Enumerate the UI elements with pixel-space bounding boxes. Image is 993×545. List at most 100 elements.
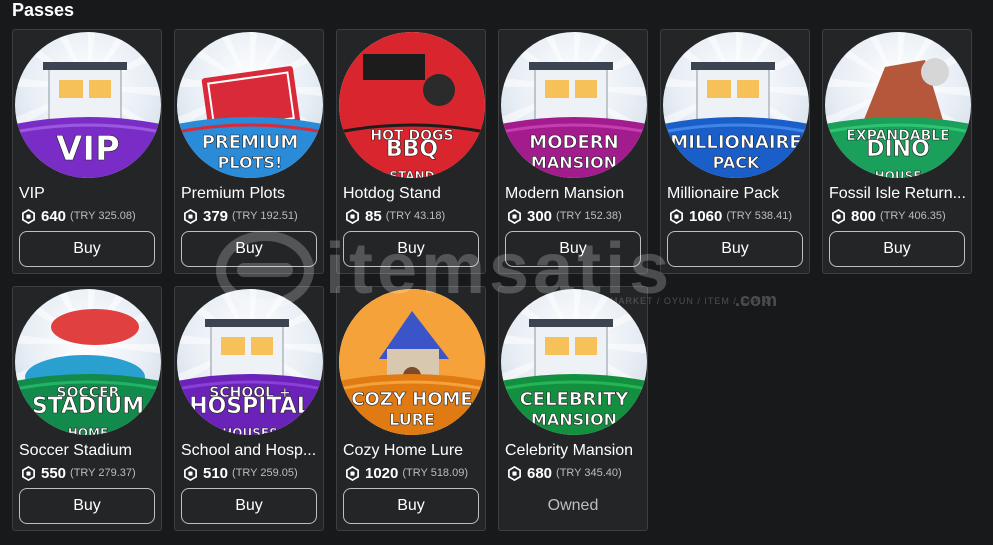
thumb-scene bbox=[529, 62, 613, 123]
robux-amount: 680 bbox=[527, 464, 553, 482]
try-amount: (TRY 43.18) bbox=[385, 210, 446, 222]
pass-thumbnail[interactable]: MILLIONAIREPACK bbox=[663, 32, 809, 178]
robux-icon bbox=[508, 465, 521, 481]
pass-price: 550 (TRY 279.37) bbox=[21, 464, 136, 482]
robux-icon bbox=[184, 208, 197, 224]
thumb-art-text: BBQ bbox=[386, 137, 438, 162]
section-title: Passes bbox=[12, 0, 75, 20]
pass-thumbnail[interactable]: CELEBRITYMANSION bbox=[501, 289, 647, 435]
robux-amount: 300 bbox=[527, 207, 553, 225]
pass-price: 680 (TRY 345.40) bbox=[507, 464, 622, 482]
pass-thumbnail[interactable]: HOT DOGSBBQSTAND bbox=[339, 32, 485, 178]
thumb-scene bbox=[691, 62, 775, 123]
pass-thumbnail[interactable]: VIP bbox=[15, 32, 161, 178]
thumb-art-text: PACK bbox=[713, 153, 760, 172]
pass-name[interactable]: School and Hosp... bbox=[181, 442, 319, 460]
robux-icon bbox=[346, 465, 359, 481]
pass-card[interactable]: EXPANDABLE DINO HOUSE Fossil Isle Return...… bbox=[822, 29, 972, 274]
buy-button[interactable]: Buy bbox=[19, 231, 155, 267]
pass-card[interactable]: HOT DOGS BBQ STAND Hotdog Stand 85 (TRY 43.18… bbox=[336, 29, 486, 274]
thumb-art-text: VIP bbox=[56, 129, 120, 169]
try-amount: (TRY 518.09) bbox=[402, 467, 469, 479]
robux-icon bbox=[670, 208, 683, 224]
pass-name[interactable]: VIP bbox=[19, 185, 157, 203]
try-amount: (TRY 152.38) bbox=[556, 210, 622, 222]
thumb-art-text: COZY HOME bbox=[351, 389, 472, 410]
buy-button[interactable]: Buy bbox=[181, 488, 317, 524]
pass-thumbnail[interactable]: MODERNMANSION bbox=[501, 32, 647, 178]
pass-card[interactable]: PREMIUM PLOTS! Premium Plots 379 (TRY 192.51… bbox=[174, 29, 324, 274]
buy-button[interactable]: Buy bbox=[343, 231, 479, 267]
robux-amount: 800 bbox=[851, 207, 877, 225]
pass-price: 510 (TRY 259.05) bbox=[183, 464, 298, 482]
pass-name[interactable]: Cozy Home Lure bbox=[343, 442, 481, 460]
thumb-art-text: HOSPITAL bbox=[189, 394, 311, 419]
thumb-art-text: MODERN bbox=[529, 132, 618, 153]
robux-amount: 640 bbox=[41, 207, 67, 225]
robux-amount: 550 bbox=[41, 464, 67, 482]
pass-card[interactable]: SOCCER STADIUM HOME Soccer Stadium 550 (TRY 2… bbox=[12, 286, 162, 531]
thumb-art-text: HOUSE bbox=[875, 169, 922, 178]
pass-name[interactable]: Soccer Stadium bbox=[19, 442, 157, 460]
thumb-scene bbox=[205, 319, 289, 380]
thumb-art-text: MANSION bbox=[531, 410, 617, 429]
pass-card[interactable]: VIP VIP 640 (TRY 325.08) Buy bbox=[12, 29, 162, 274]
pass-name[interactable]: Celebrity Mansion bbox=[505, 442, 643, 460]
buy-button[interactable]: Buy bbox=[181, 231, 317, 267]
robux-amount: 379 bbox=[203, 207, 229, 225]
pass-price: 300 (TRY 152.38) bbox=[507, 207, 622, 225]
pass-thumbnail[interactable]: PREMIUMPLOTS! bbox=[177, 32, 323, 178]
pass-price: 640 (TRY 325.08) bbox=[21, 207, 136, 225]
pass-name[interactable]: Premium Plots bbox=[181, 185, 319, 203]
owned-label: Owned bbox=[547, 497, 599, 514]
pass-thumbnail[interactable]: SOCCERSTADIUMHOME bbox=[15, 289, 161, 435]
pass-price: 85 (TRY 43.18) bbox=[345, 207, 445, 225]
pass-name[interactable]: Modern Mansion bbox=[505, 185, 643, 203]
pass-card[interactable]: MODERN MANSION Modern Mansion 300 (TRY 152.3… bbox=[498, 29, 648, 274]
pass-price: 379 (TRY 192.51) bbox=[183, 207, 298, 225]
try-amount: (TRY 538.41) bbox=[726, 210, 793, 222]
pass-name[interactable]: Millionaire Pack bbox=[667, 185, 805, 203]
thumb-art-text: STAND bbox=[389, 169, 434, 178]
thumb-art-text: LURE bbox=[389, 410, 435, 429]
pass-card[interactable]: COZY HOME LURE Cozy Home Lure 1020 (TRY 518.… bbox=[336, 286, 486, 531]
try-amount: (TRY 259.05) bbox=[232, 467, 298, 479]
thumb-scene bbox=[43, 62, 127, 123]
try-amount: (TRY 406.35) bbox=[880, 210, 946, 222]
robux-icon bbox=[22, 208, 35, 224]
thumb-art-text: STADIUM bbox=[32, 394, 144, 419]
pass-thumbnail[interactable]: SCHOOL +HOSPITALHOUSES bbox=[177, 289, 323, 435]
pass-name[interactable]: Fossil Isle Return... bbox=[829, 185, 967, 203]
thumb-art-text: PREMIUM bbox=[202, 132, 299, 153]
buy-button[interactable]: Buy bbox=[343, 488, 479, 524]
robux-icon bbox=[832, 208, 845, 224]
pass-thumbnail[interactable]: EXPANDABLEDINOHOUSE bbox=[825, 32, 971, 178]
pass-price: 1020 (TRY 518.09) bbox=[345, 464, 468, 482]
try-amount: (TRY 325.08) bbox=[70, 210, 136, 222]
robux-icon bbox=[346, 208, 359, 224]
buy-button[interactable]: Buy bbox=[667, 231, 803, 267]
robux-icon bbox=[184, 465, 197, 481]
pass-card[interactable]: MILLIONAIRE PACK Millionaire Pack 1060 (TRY … bbox=[660, 29, 810, 274]
thumb-art-text: HOUSES bbox=[222, 426, 277, 435]
pass-thumbnail[interactable]: COZY HOMELURE bbox=[339, 289, 485, 435]
robux-amount: 1060 bbox=[689, 207, 723, 225]
buy-button[interactable]: Buy bbox=[19, 488, 155, 524]
thumb-art-text: CELEBRITY bbox=[520, 389, 630, 410]
thumb-art-text: MILLIONAIRE bbox=[670, 132, 801, 153]
pass-card[interactable]: SCHOOL + HOSPITAL HOUSES School and Hosp...… bbox=[174, 286, 324, 531]
passes-grid: VIP VIP 640 (TRY 325.08) Buy PREMIUM PLOTS! Pre… bbox=[12, 29, 972, 531]
try-amount: (TRY 279.37) bbox=[70, 467, 136, 479]
try-amount: (TRY 192.51) bbox=[232, 210, 298, 222]
robux-icon bbox=[22, 465, 35, 481]
buy-button[interactable]: Buy bbox=[829, 231, 965, 267]
thumb-art-text: HOME bbox=[68, 426, 108, 435]
buy-button[interactable]: Buy bbox=[505, 231, 641, 267]
pass-card[interactable]: CELEBRITY MANSION Celebrity Mansion 680 (TRY… bbox=[498, 286, 648, 531]
thumb-art-text: PLOTS! bbox=[218, 153, 283, 172]
robux-amount: 1020 bbox=[365, 464, 399, 482]
pass-name[interactable]: Hotdog Stand bbox=[343, 185, 481, 203]
thumb-art-text: MANSION bbox=[531, 153, 617, 172]
try-amount: (TRY 345.40) bbox=[556, 467, 622, 479]
robux-icon bbox=[508, 208, 521, 224]
